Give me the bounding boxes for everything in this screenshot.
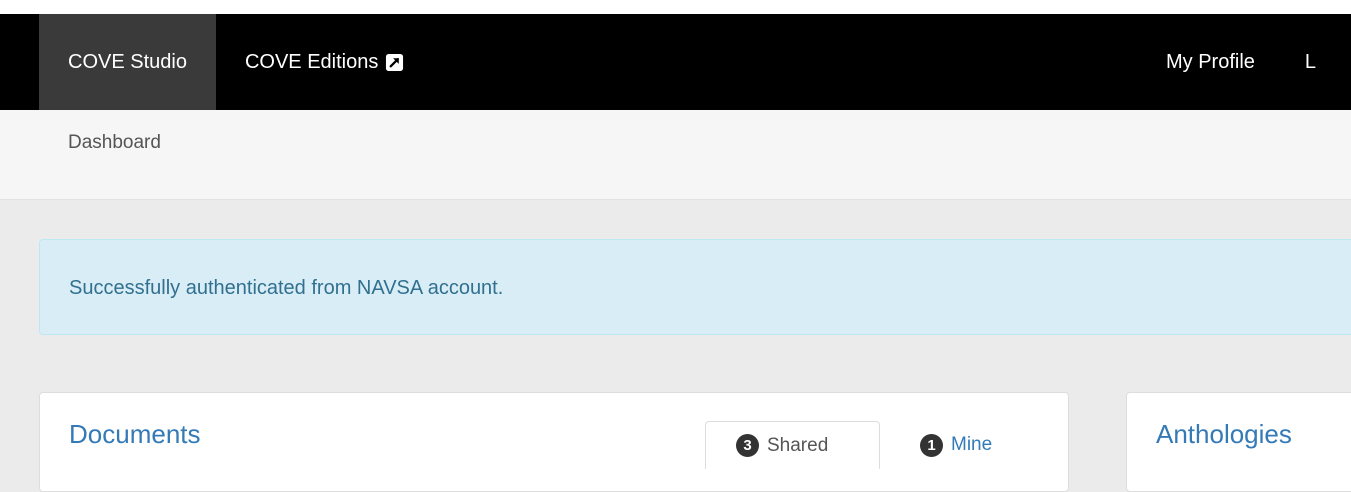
nav-truncated-item-label: L	[1304, 50, 1317, 73]
success-alert: Successfully authenticated from NAVSA ac…	[39, 239, 1351, 335]
anthologies-panel-title[interactable]: Anthologies	[1156, 419, 1292, 450]
navbar-left-group: COVE Studio COVE Editions	[39, 14, 433, 110]
navbar-right-group: My Profile L	[1166, 14, 1316, 110]
mine-count-badge: 1	[920, 433, 943, 457]
window-top-strip	[0, 0, 1351, 14]
nav-cove-studio[interactable]: COVE Studio	[39, 14, 216, 110]
nav-my-profile-label: My Profile	[1166, 50, 1255, 73]
nav-my-profile[interactable]: My Profile	[1166, 14, 1255, 110]
nav-truncated-item[interactable]: L	[1305, 14, 1316, 110]
nav-cove-studio-label: COVE Studio	[68, 50, 187, 73]
documents-panel-title[interactable]: Documents	[69, 419, 201, 450]
external-link-icon	[386, 53, 404, 71]
alert-message: Successfully authenticated from NAVSA ac…	[69, 277, 504, 299]
breadcrumb-bar: Dashboard	[0, 110, 1351, 200]
documents-panel: Documents 3 Shared 1 Mine	[39, 392, 1069, 492]
nav-cove-editions-label: COVE Editions	[244, 50, 379, 73]
anthologies-panel: Anthologies	[1126, 392, 1351, 492]
shared-count-badge: 3	[736, 434, 759, 457]
top-navbar: COVE Studio COVE Editions My Profile L	[0, 14, 1351, 110]
tab-shared-label: Shared	[767, 434, 829, 456]
tab-mine-label: Mine	[951, 434, 993, 455]
tab-mine[interactable]: 1 Mine	[917, 421, 992, 469]
tab-shared[interactable]: 3 Shared	[705, 421, 880, 469]
breadcrumb-dashboard[interactable]: Dashboard	[68, 132, 161, 154]
nav-cove-editions[interactable]: COVE Editions	[216, 14, 433, 110]
